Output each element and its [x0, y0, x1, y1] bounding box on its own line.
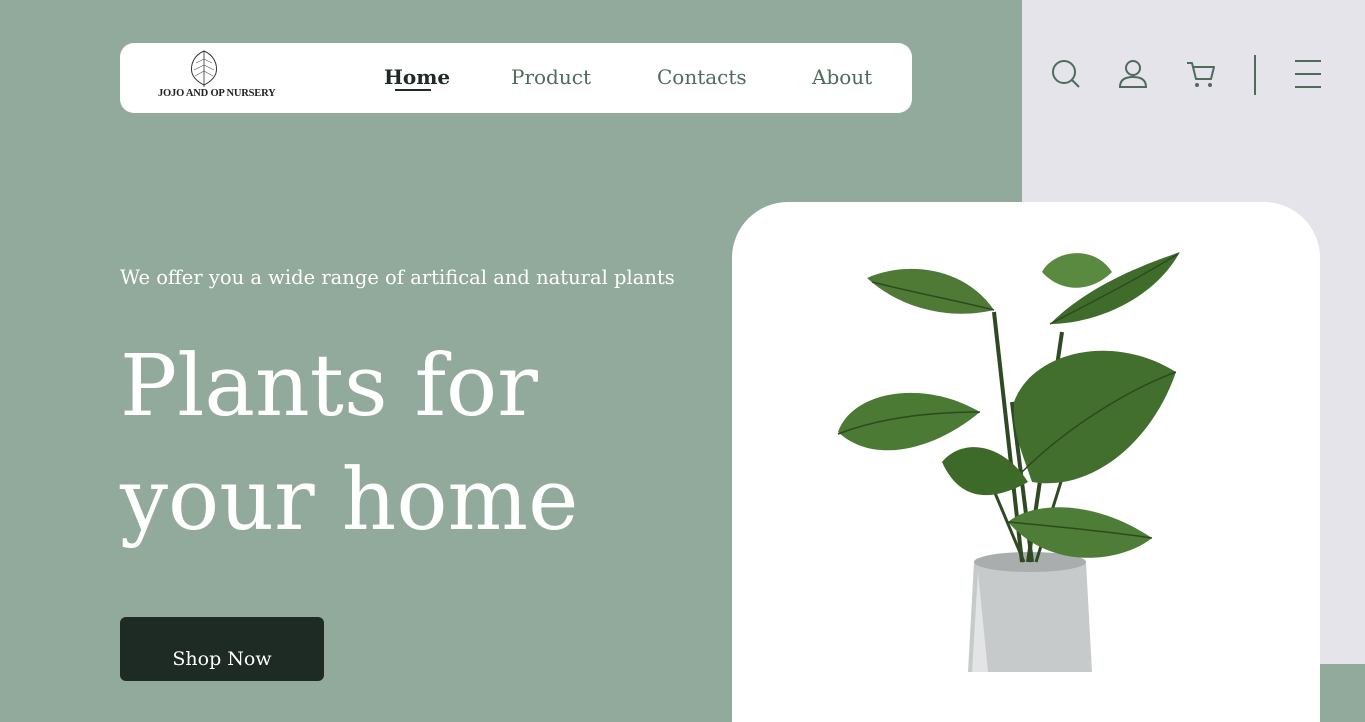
cart-icon[interactable]: [1185, 58, 1217, 90]
brand-name: JOJO AND OP NURSERY: [158, 88, 276, 99]
leaf-icon: [191, 50, 217, 87]
nav-home[interactable]: Home: [384, 65, 450, 89]
nav-about[interactable]: About: [812, 65, 872, 89]
nav-product[interactable]: Product: [511, 65, 591, 89]
product-image-card: [732, 202, 1320, 722]
header-divider: [1254, 55, 1256, 95]
hero-subtitle: We offer you a wide range of artifical a…: [120, 266, 675, 289]
brand-logo[interactable]: JOJO AND OP NURSERY: [156, 49, 276, 105]
shop-now-button[interactable]: Shop Now: [120, 617, 324, 681]
nav-contacts[interactable]: Contacts: [657, 65, 747, 89]
hero-title: Plants for your home: [120, 330, 700, 558]
menu-icon[interactable]: [1293, 58, 1325, 90]
hero-title-line2: your home: [120, 451, 579, 550]
user-icon[interactable]: [1117, 58, 1149, 90]
potted-monstera-plant: [837, 252, 1180, 672]
search-icon[interactable]: [1050, 58, 1082, 90]
nav-active-indicator: [395, 89, 431, 91]
navbar: JOJO AND OP NURSERY Home Product Contact…: [120, 43, 912, 113]
hero-title-line1: Plants for: [120, 337, 538, 436]
